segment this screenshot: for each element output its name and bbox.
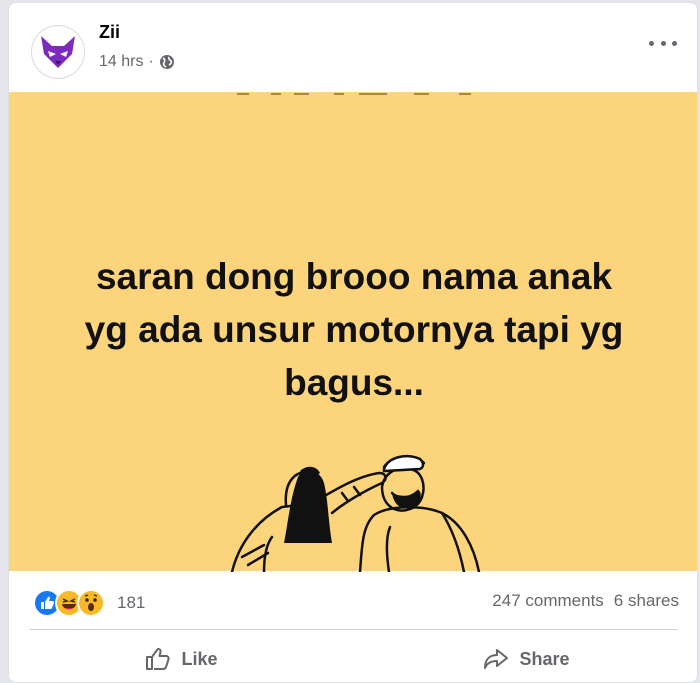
post-stats: 181 247 comments 6 shares xyxy=(9,571,697,629)
avatar[interactable] xyxy=(31,25,85,79)
more-dot-icon xyxy=(672,40,677,46)
top-sketch-marks xyxy=(237,93,471,95)
like-label: Like xyxy=(181,648,218,669)
wow-icon xyxy=(77,589,105,617)
like-button[interactable]: Like xyxy=(9,635,354,682)
globe-icon[interactable] xyxy=(159,54,175,70)
post-text: saran dong brooo nama anak yg ada unsur … xyxy=(84,256,624,403)
share-arrow-icon xyxy=(484,649,509,669)
more-dot-icon xyxy=(649,40,654,46)
comments-count[interactable]: 247 comments xyxy=(492,591,604,611)
reactions-summary[interactable]: 181 xyxy=(33,589,145,617)
thumbs-up-icon xyxy=(146,647,171,670)
post-card: Zii 14 hrs · saran dong brooo nama anak … xyxy=(8,2,698,683)
divider xyxy=(29,629,677,630)
post-actions: Like Share xyxy=(9,635,697,682)
meta-separator: · xyxy=(148,53,154,70)
more-dot-icon xyxy=(660,40,666,46)
fox-logo-icon xyxy=(41,36,75,68)
post-image[interactable]: saran dong brooo nama anak yg ada unsur … xyxy=(9,92,697,572)
post-meta: 14 hrs · xyxy=(99,53,175,71)
more-options-button[interactable] xyxy=(649,33,677,53)
reaction-count: 181 xyxy=(117,593,146,612)
couple-illustration xyxy=(230,455,481,572)
post-time[interactable]: 14 hrs xyxy=(99,53,143,71)
engagement-counts: 247 comments 6 shares xyxy=(492,591,679,611)
shares-count[interactable]: 6 shares xyxy=(614,591,679,611)
share-label: Share xyxy=(519,648,570,669)
share-button[interactable]: Share xyxy=(354,635,697,682)
author-name[interactable]: Zii xyxy=(99,22,120,43)
